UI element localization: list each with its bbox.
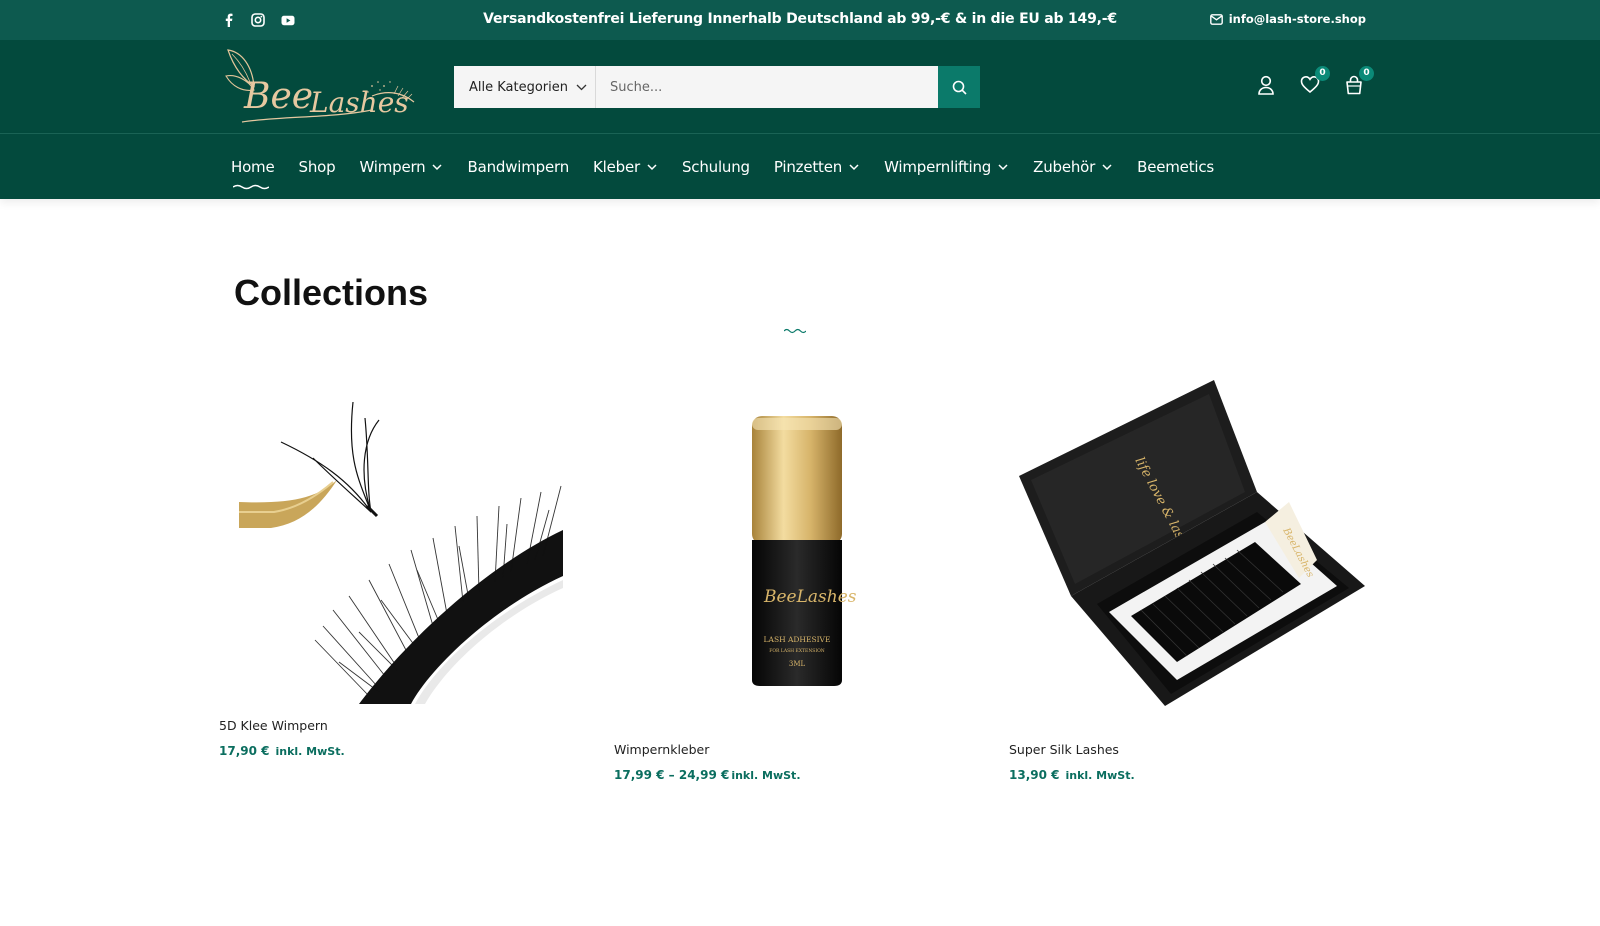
price-tax-note: inkl. MwSt.	[731, 769, 801, 782]
main-navigation: Home Shop Wimpern Bandwimpern Kleber Sch…	[0, 134, 1600, 199]
search-button[interactable]	[938, 66, 980, 108]
wishlist-count-badge: 0	[1315, 66, 1330, 81]
product-image[interactable]: life love & lashes BeeLashes	[1009, 380, 1365, 724]
nav-item-label: Zubehör	[1033, 157, 1096, 176]
svg-text:BeeLashes: BeeLashes	[763, 587, 857, 607]
price-tax-note: inkl. MwSt.	[1065, 769, 1135, 782]
product-image[interactable]: BeeLashes LASH ADHESIVE FOR LASH EXTENSI…	[614, 380, 958, 724]
nav-item-wimpern[interactable]: Wimpern	[359, 158, 443, 176]
nav-item-wimpernlifting[interactable]: Wimpernlifting	[884, 158, 1009, 176]
svg-text:FOR LASH EXTENSION: FOR LASH EXTENSION	[769, 648, 825, 654]
nav-item-label: Schulung	[681, 157, 750, 176]
chevron-down-icon	[849, 163, 859, 170]
category-select-label: Alle Kategorien	[469, 79, 569, 95]
top-bar: Versandkostenfrei Lieferung Innerhalb De…	[0, 0, 1600, 40]
price-value: 13,90 €	[1009, 768, 1060, 782]
nav-item-label: Bandwimpern	[467, 157, 570, 176]
nav-item-label: Home	[231, 157, 275, 176]
nav-item-beemetics[interactable]: Beemetics	[1137, 158, 1214, 176]
nav-item-schulung[interactable]: Schulung	[682, 158, 750, 176]
chevron-down-icon	[1102, 163, 1112, 170]
email-text: info@lash-store.shop	[1228, 12, 1366, 26]
title-wave-divider	[784, 328, 806, 334]
mail-icon	[1209, 13, 1223, 25]
search-bar: Alle Kategorien	[454, 66, 980, 108]
product-price: 17,90 € inkl. MwSt.	[219, 744, 345, 758]
nav-item-bandwimpern[interactable]: Bandwimpern	[467, 158, 569, 176]
main-header: Bee Lashes Alle Kategorien Suche... 0 0	[0, 40, 1600, 134]
price-value: 17,90 €	[219, 744, 270, 758]
product-price: 17,99 € – 24,99 € inkl. MwSt.	[614, 768, 801, 782]
svg-text:Lashes: Lashes	[309, 86, 409, 119]
nav-item-label: Wimpern	[359, 157, 426, 176]
nav-item-pinzetten[interactable]: Pinzetten	[774, 158, 860, 176]
chevron-down-icon	[647, 163, 657, 170]
account-button[interactable]	[1256, 74, 1276, 96]
brand-logo[interactable]: Bee Lashes	[222, 46, 422, 128]
product-image[interactable]	[219, 400, 563, 704]
active-wave-indicator	[233, 184, 269, 189]
email-link[interactable]: info@lash-store.shop	[1209, 12, 1366, 26]
nav-item-label: Beemetics	[1137, 157, 1215, 176]
nav-item-label: Shop	[298, 157, 336, 176]
chevron-down-icon	[998, 163, 1008, 170]
search-input[interactable]	[596, 66, 938, 108]
nav-item-zubehoer[interactable]: Zubehör	[1033, 158, 1113, 176]
svg-text:Bee: Bee	[243, 76, 313, 117]
cart-count-badge: 0	[1359, 66, 1374, 81]
chevron-down-icon	[432, 163, 443, 170]
search-icon	[952, 80, 967, 95]
price-value: 17,99 € – 24,99 €	[614, 768, 730, 782]
svg-text:3ML: 3ML	[789, 660, 806, 668]
nav-item-label: Kleber	[593, 157, 640, 176]
product-name[interactable]: Super Silk Lashes	[1009, 742, 1119, 757]
product-name[interactable]: 5D Klee Wimpern	[219, 718, 328, 733]
price-tax-note: inkl. MwSt.	[275, 745, 345, 758]
category-select[interactable]: Alle Kategorien	[454, 66, 596, 108]
user-icon	[1258, 75, 1274, 95]
nav-item-kleber[interactable]: Kleber	[593, 158, 658, 176]
chevron-down-icon	[576, 84, 587, 90]
svg-text:LASH ADHESIVE: LASH ADHESIVE	[764, 635, 831, 644]
nav-item-home[interactable]: Home	[231, 157, 275, 189]
page-title: Collections	[234, 272, 429, 313]
cart-button[interactable]: 0	[1344, 66, 1374, 96]
nav-item-label: Wimpernlifting	[884, 157, 992, 176]
wishlist-button[interactable]: 0	[1300, 66, 1330, 96]
nav-item-shop[interactable]: Shop	[299, 158, 336, 176]
header-actions: 0 0	[1256, 66, 1374, 96]
nav-item-label: Pinzetten	[773, 157, 843, 176]
product-name[interactable]: Wimpernkleber	[614, 742, 709, 757]
product-price: 13,90 € inkl. MwSt.	[1009, 768, 1135, 782]
